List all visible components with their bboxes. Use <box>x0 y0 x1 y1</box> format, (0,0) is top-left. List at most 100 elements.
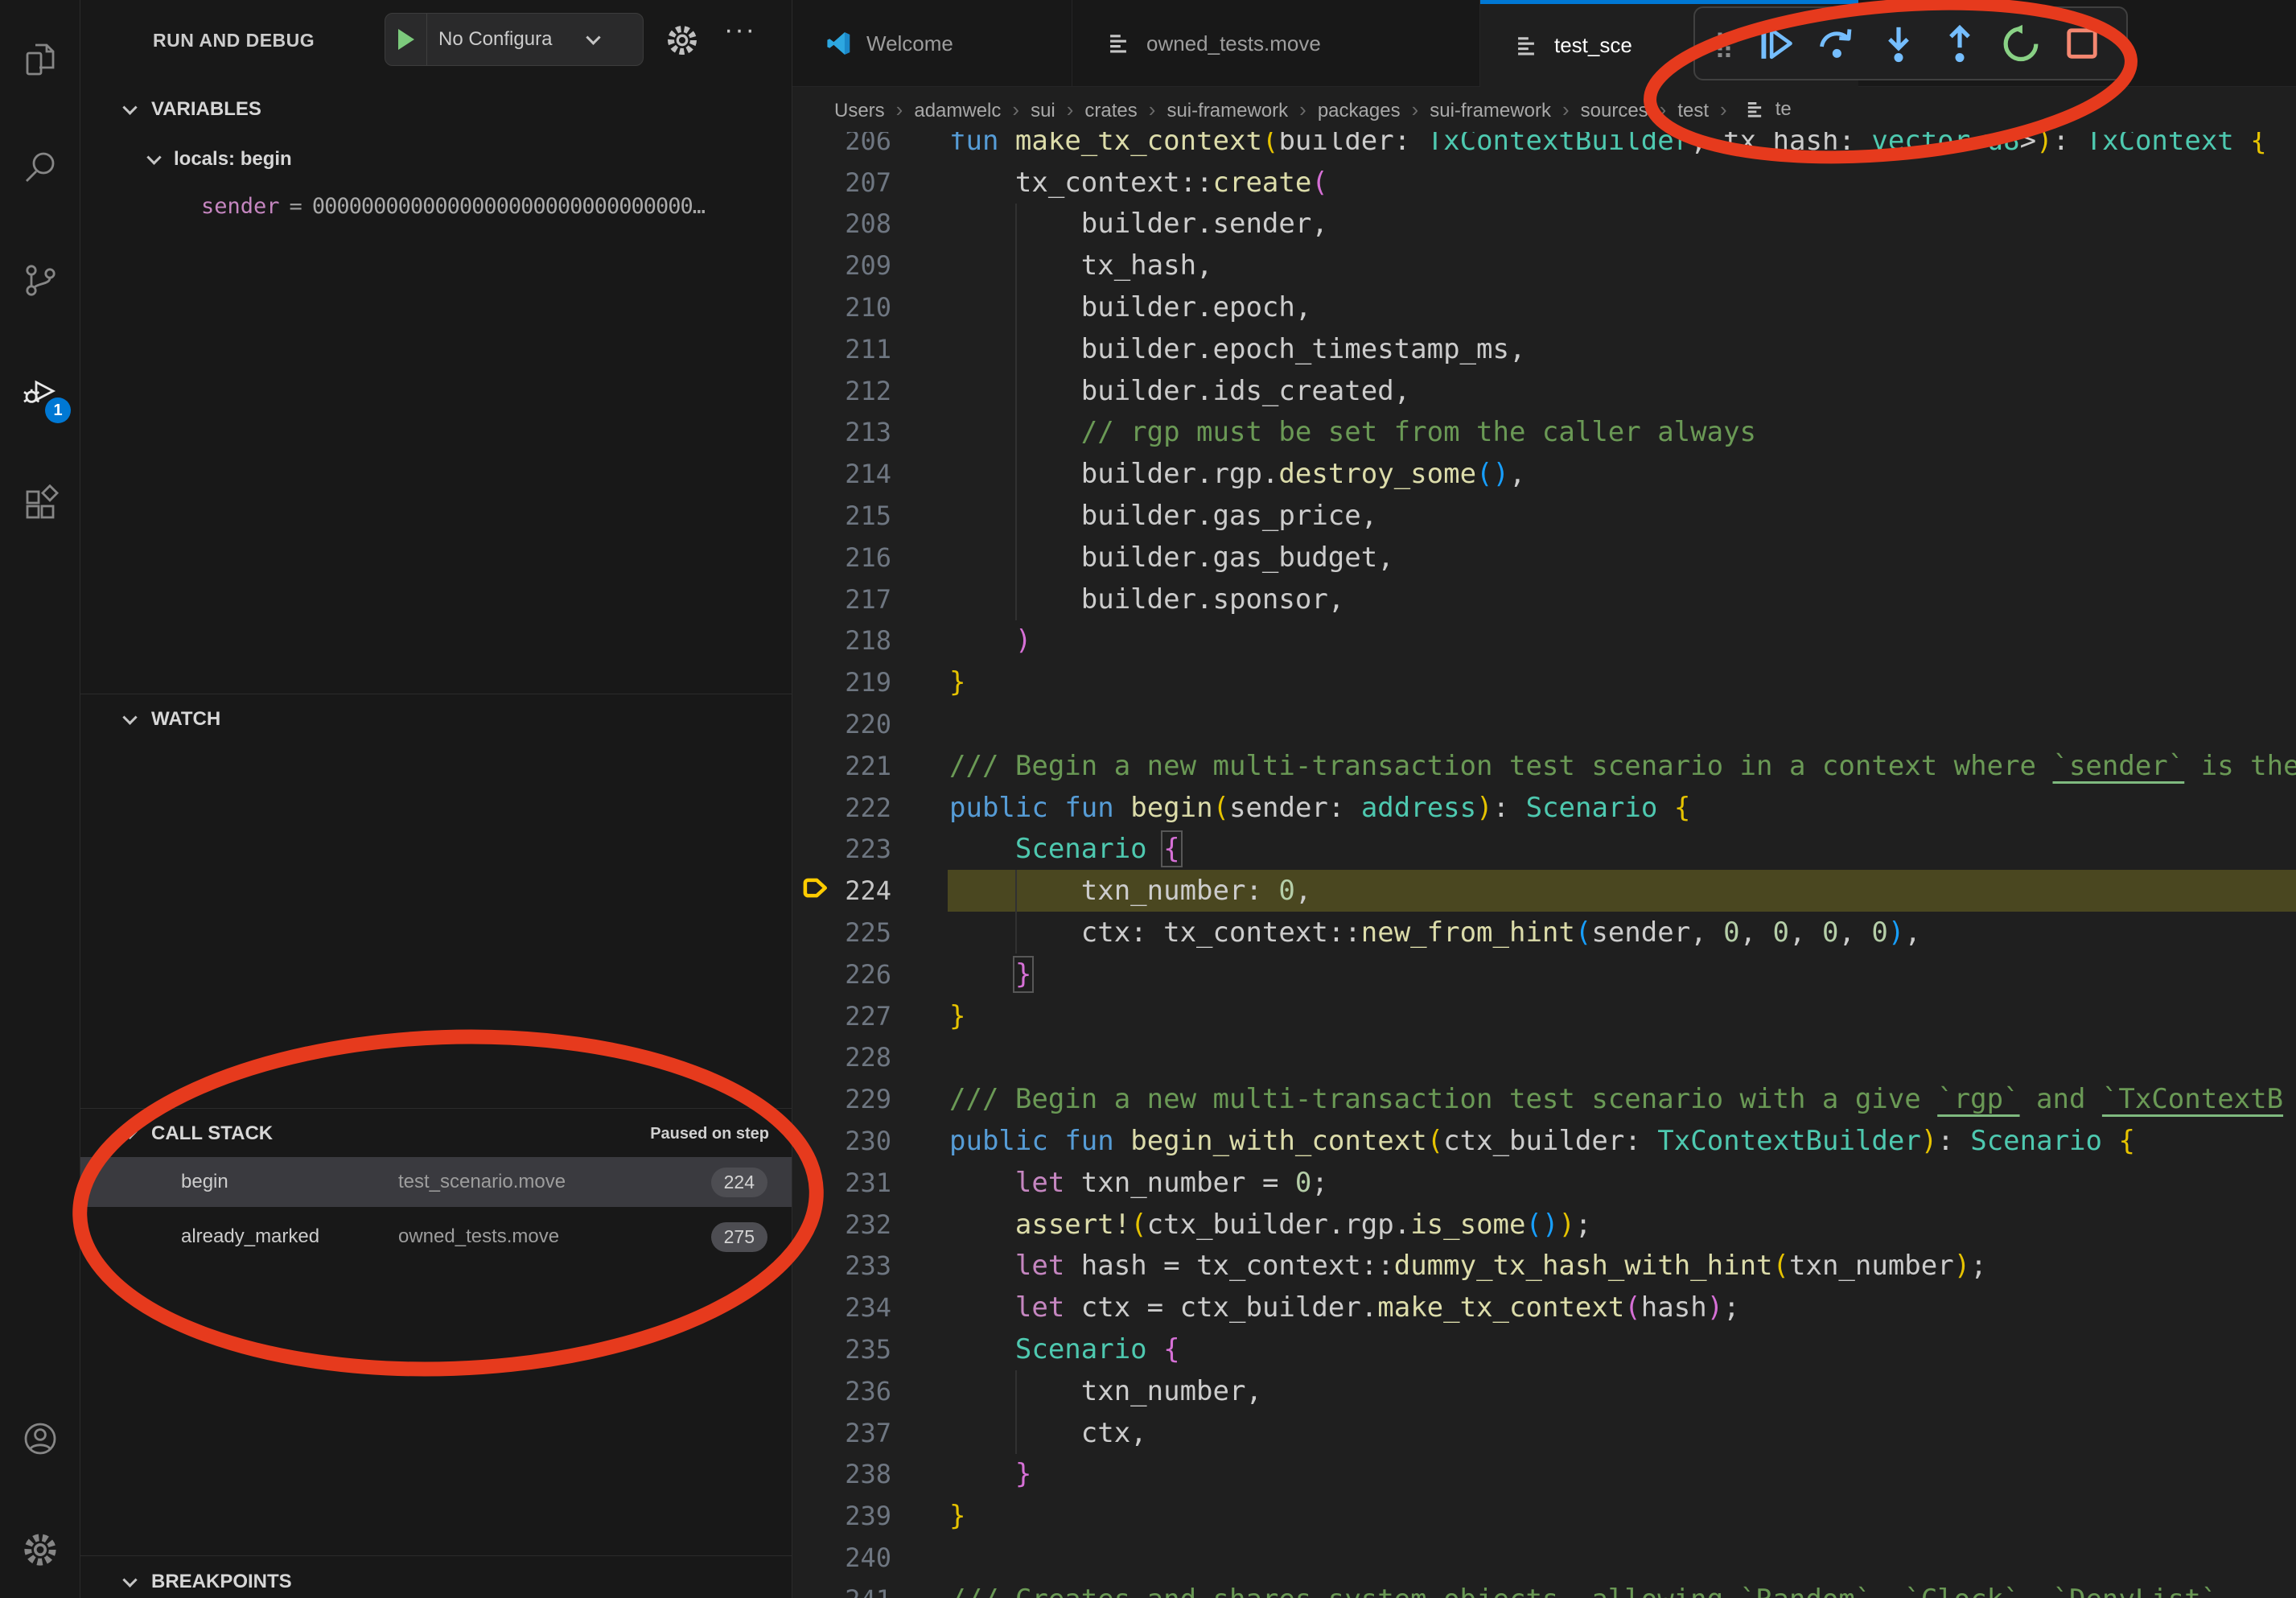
tab-owned-tests[interactable]: owned_tests.move <box>1072 0 1480 87</box>
sidebar-item-explorer[interactable] <box>0 23 80 100</box>
move-file-icon <box>1743 98 1766 121</box>
indent-guide <box>1015 245 1017 286</box>
line-number[interactable]: 219 <box>792 667 937 698</box>
breadcrumb: Users›adamwelc›sui›crates›sui-framework›… <box>792 87 2296 132</box>
extensions-icon <box>21 484 60 527</box>
line-number[interactable]: 230 <box>792 1126 937 1156</box>
line-number[interactable]: 215 <box>792 500 937 531</box>
frame-file: owned_tests.move <box>398 1225 559 1248</box>
more-actions-button[interactable]: ··· <box>716 14 764 46</box>
line-number[interactable]: 210 <box>792 292 937 323</box>
variable-row[interactable]: sender = 0000000000000000000000000000000… <box>80 183 792 229</box>
line-number[interactable]: 232 <box>792 1209 937 1240</box>
breadcrumb-item[interactable]: adamwelc <box>914 100 1001 121</box>
line-number[interactable]: 225 <box>792 917 937 948</box>
move-file-icon <box>1512 32 1540 60</box>
paused-location-icon <box>799 874 833 908</box>
line-number[interactable]: 209 <box>792 250 937 281</box>
code-line: 218 ) <box>792 620 2296 662</box>
line-number[interactable]: 241 <box>792 1584 937 1598</box>
breadcrumb-item[interactable]: Users <box>834 100 885 121</box>
search-icon <box>21 148 60 191</box>
code-line: 221/// Begin a new multi-transaction tes… <box>792 745 2296 787</box>
line-number[interactable]: 213 <box>792 417 937 447</box>
variables-section-header[interactable]: VARIABLES <box>80 89 792 130</box>
line-number[interactable]: 214 <box>792 459 937 489</box>
line-number[interactable]: 231 <box>792 1168 937 1198</box>
sidebar-item-source-control[interactable] <box>0 243 80 320</box>
code-line: 226 } <box>792 953 2296 995</box>
watch-section-header[interactable]: WATCH <box>80 698 792 740</box>
chevron-down-icon <box>146 150 161 164</box>
debug-toolbar <box>1693 6 2128 80</box>
call-stack-frame[interactable]: already_marked owned_tests.move 275 <box>80 1212 792 1262</box>
start-debug-button[interactable] <box>385 14 427 65</box>
line-number[interactable]: 220 <box>792 709 937 739</box>
line-number[interactable]: 236 <box>792 1376 937 1406</box>
stop-button[interactable] <box>2057 15 2107 72</box>
variables-scope-row[interactable]: locals: begin <box>80 138 792 180</box>
indent-guide <box>1015 1370 1017 1412</box>
restart-button[interactable] <box>1996 15 2046 72</box>
line-number[interactable]: 229 <box>792 1084 937 1114</box>
settings-button[interactable] <box>0 1513 80 1590</box>
line-number[interactable]: 218 <box>792 625 937 656</box>
line-number[interactable]: 234 <box>792 1292 937 1323</box>
breadcrumb-item[interactable]: packages <box>1318 100 1401 121</box>
line-number[interactable]: 238 <box>792 1459 937 1489</box>
step-into-button[interactable] <box>1874 15 1924 72</box>
section-label: WATCH <box>151 708 220 731</box>
tab-welcome[interactable]: Welcome <box>792 0 1072 87</box>
line-number[interactable]: 239 <box>792 1501 937 1531</box>
account-button[interactable] <box>0 1402 80 1479</box>
sidebar-item-search[interactable] <box>0 130 80 208</box>
line-number[interactable]: 216 <box>792 542 937 573</box>
line-number[interactable]: 227 <box>792 1001 937 1032</box>
line-number[interactable]: 237 <box>792 1418 937 1448</box>
step-out-button[interactable] <box>1935 15 1985 72</box>
line-number[interactable]: 222 <box>792 793 937 823</box>
line-number[interactable]: 233 <box>792 1250 937 1281</box>
line-number[interactable]: 208 <box>792 208 937 239</box>
line-number[interactable]: 212 <box>792 376 937 406</box>
line-number[interactable]: 228 <box>792 1042 937 1073</box>
breadcrumb-item[interactable]: crates <box>1084 100 1137 121</box>
breadcrumb-item[interactable]: test <box>1677 100 1709 121</box>
line-number[interactable]: 226 <box>792 959 937 990</box>
line-number[interactable]: 211 <box>792 334 937 364</box>
continue-button[interactable] <box>1751 15 1801 72</box>
line-number[interactable]: 207 <box>792 167 937 198</box>
breadcrumb-separator-icon: › <box>1562 97 1570 121</box>
code-line: 238 } <box>792 1454 2296 1496</box>
line-number[interactable]: 221 <box>792 751 937 781</box>
tab-label: owned_tests.move <box>1146 31 1321 56</box>
breadcrumb-item[interactable]: sources <box>1581 100 1648 121</box>
debug-badge: 1 <box>45 397 71 423</box>
line-number[interactable]: 223 <box>792 834 937 864</box>
sidebar-item-run-and-debug[interactable]: 1 <box>0 354 80 431</box>
code-area[interactable]: 206fun make_tx_context(builder: TxContex… <box>792 120 2296 1598</box>
breadcrumb-item[interactable]: sui-framework <box>1167 100 1288 121</box>
call-stack-section-header[interactable]: CALL STACK Paused on step <box>80 1113 792 1155</box>
indent-guide <box>1015 579 1017 620</box>
code-line: 236 txn_number, <box>792 1370 2296 1412</box>
breadcrumb-separator-icon: › <box>1299 97 1306 121</box>
line-number[interactable]: 235 <box>792 1334 937 1365</box>
code-line: 216 builder.gas_budget, <box>792 537 2296 579</box>
debug-settings-gear-button[interactable] <box>665 23 700 58</box>
breadcrumb-item[interactable]: sui-framework <box>1430 100 1551 121</box>
step-over-button[interactable] <box>1813 15 1862 72</box>
debug-config-dropdown[interactable]: No Configura <box>385 13 644 66</box>
breakpoints-section-header[interactable]: BREAKPOINTS <box>80 1561 792 1598</box>
call-stack-frame[interactable]: begin test_scenario.move 224 <box>80 1157 792 1207</box>
line-number[interactable]: 240 <box>792 1542 937 1573</box>
breadcrumb-separator-icon: › <box>1067 97 1074 121</box>
line-number[interactable]: 217 <box>792 584 937 615</box>
breadcrumb-item[interactable]: sui <box>1031 100 1055 121</box>
breadcrumb-file[interactable]: te <box>1775 98 1792 121</box>
sidebar-item-extensions[interactable] <box>0 467 80 544</box>
indent-guide <box>1015 912 1017 953</box>
code-line: 215 builder.gas_price, <box>792 495 2296 537</box>
code-line: 219} <box>792 661 2296 703</box>
toolbar-drag-handle[interactable] <box>1708 15 1740 72</box>
